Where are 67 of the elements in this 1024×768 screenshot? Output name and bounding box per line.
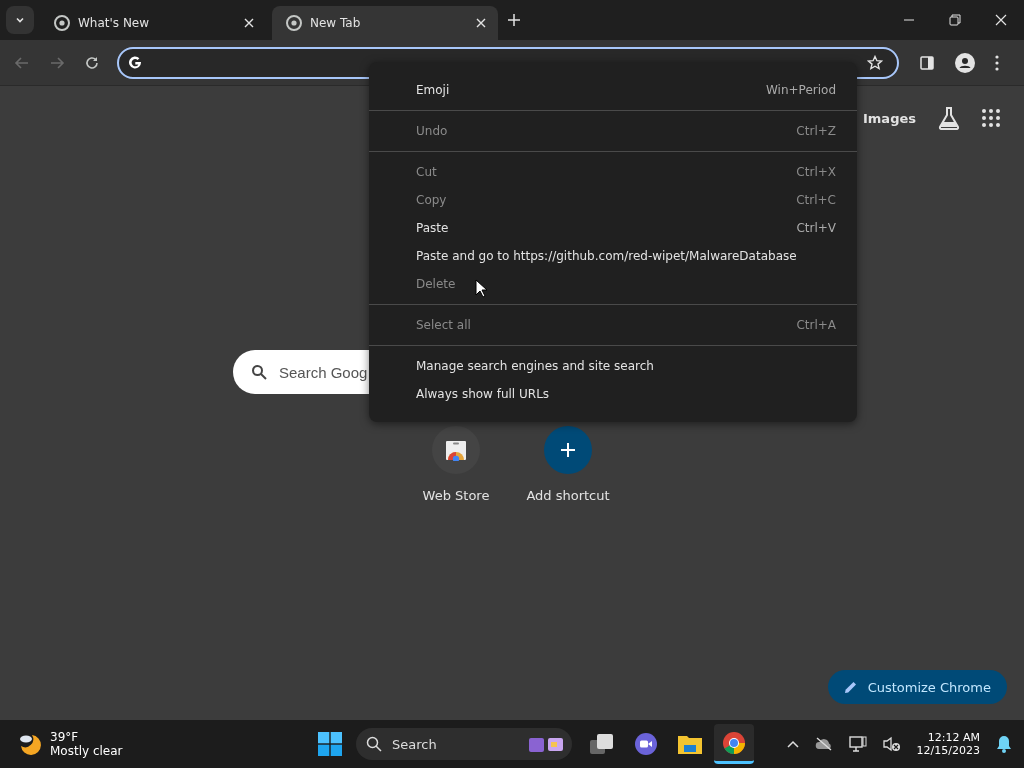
menu-item-label: Emoji: [416, 83, 450, 97]
menu-item-label: Paste and go to https://github.com/red-wipet/MalwareDatabase: [416, 249, 797, 263]
menu-item-label: Delete: [416, 277, 456, 291]
browser-tab[interactable]: New Tab: [272, 6, 498, 40]
apps-grid-icon[interactable]: [982, 109, 1000, 127]
video-chat-icon: [634, 732, 658, 756]
cloud-off-icon[interactable]: [814, 737, 833, 751]
menu-item-shortcut: Ctrl+A: [796, 318, 836, 332]
menu-item-label: Always show full URLs: [416, 387, 550, 401]
search-icon: [366, 736, 382, 752]
close-icon[interactable]: [476, 18, 486, 28]
menu-item-label: Paste: [416, 221, 449, 235]
tab-title: What's New: [78, 16, 151, 30]
shortcut-tile[interactable]: Web Store: [400, 426, 512, 503]
clock-date: 12/15/2023: [916, 744, 980, 757]
speaker-muted-icon[interactable]: [882, 736, 901, 752]
pencil-icon: [843, 680, 858, 694]
menu-item[interactable]: Always show full URLs: [369, 380, 857, 408]
customize-chrome-button[interactable]: Customize Chrome: [827, 670, 1007, 704]
menu-item-label: Manage search engines and site search: [416, 359, 654, 373]
bell-icon[interactable]: [996, 735, 1012, 753]
menu-item[interactable]: Paste and go to https://github.com/red-wipet/MalwareDatabase: [369, 242, 857, 270]
menu-item-shortcut: Ctrl+C: [796, 193, 836, 207]
menu-item-shortcut: Ctrl+X: [796, 165, 836, 179]
chrome-icon: [722, 730, 746, 755]
menu-item-label: Copy: [416, 193, 447, 207]
restore-icon[interactable]: [949, 14, 961, 26]
chevron-up-icon[interactable]: [786, 740, 799, 748]
store-icon: [445, 439, 467, 461]
menu-item-label: Undo: [416, 124, 448, 138]
network-icon[interactable]: [848, 736, 867, 752]
weather-condition: Mostly clear: [50, 744, 123, 758]
new-tab-icon[interactable]: [508, 14, 520, 26]
chrome-icon: [54, 15, 70, 31]
search-icon: [251, 364, 267, 380]
menu-icon[interactable]: [995, 54, 999, 71]
close-icon[interactable]: [244, 18, 254, 28]
moon-cloud-icon: [18, 732, 42, 756]
plus-icon: [560, 442, 576, 458]
menu-item-label: Cut: [416, 165, 437, 179]
chrome-icon: [286, 15, 302, 31]
menu-item-shortcut: Ctrl+V: [796, 221, 836, 235]
menu-item[interactable]: Emoji Win+Period: [369, 76, 857, 104]
tab-title: New Tab: [310, 16, 362, 30]
taskbar-app[interactable]: [714, 724, 754, 764]
clock-time: 12:12 AM: [927, 731, 980, 744]
images-link[interactable]: Images: [863, 110, 916, 126]
menu-item-shortcut: Ctrl+Z: [796, 124, 836, 138]
menu-item-label: Select all: [416, 318, 471, 332]
shortcut-tile[interactable]: Add shortcut: [512, 426, 624, 503]
menu-item[interactable]: Paste Ctrl+V: [369, 214, 857, 242]
side-panel-icon[interactable]: [919, 54, 935, 71]
temperature: 39°F: [50, 730, 80, 744]
taskbar-search-field[interactable]: Search: [356, 728, 572, 760]
close-icon[interactable]: [995, 14, 1007, 26]
menu-item[interactable]: Manage search engines and site search: [369, 352, 857, 380]
profile-icon[interactable]: [955, 52, 975, 73]
reload-icon[interactable]: [84, 54, 100, 71]
flask-icon[interactable]: [938, 106, 960, 130]
google-icon: [127, 54, 143, 71]
task-view-icon: [590, 733, 614, 755]
bookmark-star-icon[interactable]: [867, 54, 883, 71]
mouse-pointer-icon: [475, 279, 487, 298]
browser-tab[interactable]: What's New: [40, 6, 266, 40]
folder-icon: [677, 733, 703, 755]
windows-start-icon[interactable]: [318, 732, 342, 756]
menu-item-shortcut: Win+Period: [766, 83, 836, 97]
